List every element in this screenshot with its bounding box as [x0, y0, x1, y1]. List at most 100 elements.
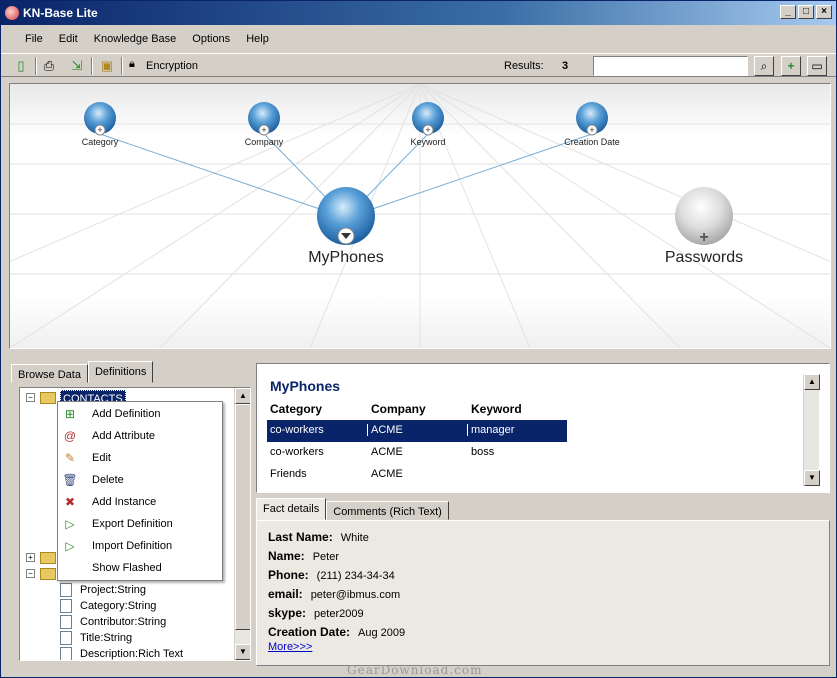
folder-icon — [40, 552, 56, 564]
new-document-icon[interactable]: ▯ — [11, 56, 31, 76]
watermark: GearDownload.com — [347, 663, 483, 677]
close-button[interactable]: × — [816, 5, 832, 19]
export-icon[interactable]: ⇲ — [67, 56, 87, 76]
scroll-thumb[interactable] — [235, 404, 250, 630]
string-field-icon — [60, 615, 72, 629]
add-attribute-icon: @ — [63, 429, 77, 443]
attribute-node-category[interactable]: + — [84, 102, 116, 136]
menu-item-import-definition[interactable]: ▷ Import Definition — [58, 535, 222, 557]
menu-file[interactable]: File — [17, 29, 51, 51]
search-button[interactable]: ⌕ — [754, 56, 774, 76]
menu-bar: File Edit Knowledge Base Options Help — [1, 29, 836, 51]
tab-fact-details[interactable]: Fact details — [256, 498, 327, 520]
column-header-keyword[interactable]: Keyword — [471, 402, 522, 416]
string-field-icon — [60, 631, 72, 645]
graph-canvas: + + + + + — [10, 84, 830, 348]
menu-item-add-attribute[interactable]: @ Add Attribute — [58, 425, 222, 447]
results-label: Results: — [504, 60, 544, 72]
string-field-icon — [60, 599, 72, 613]
encryption-button[interactable]: Encryption — [146, 60, 198, 72]
kb-node-myphones[interactable] — [317, 187, 375, 245]
column-header-company[interactable]: Company — [371, 402, 426, 416]
attribute-node-company[interactable]: + — [248, 102, 280, 136]
fact-name: Name: Peter — [268, 549, 339, 563]
add-instance-icon: ✖ — [64, 495, 76, 509]
svg-text:+: + — [261, 125, 266, 135]
fact-creation-date: Creation Date: Aug 2009 — [268, 625, 406, 639]
attribute-label-category: Category — [81, 137, 119, 147]
menu-help[interactable]: Help — [238, 29, 277, 51]
kb-node-passwords[interactable]: + — [675, 187, 733, 246]
comment-icon[interactable]: ▭ — [807, 56, 827, 76]
menu-item-export-definition[interactable]: ▷ Export Definition — [58, 513, 222, 535]
knowledge-graph: + + + + + Category Company Keyword Creat… — [9, 83, 831, 349]
tree-scrollbar[interactable]: ▲ ▼ — [234, 388, 250, 660]
pencil-icon: ✎ — [64, 451, 76, 465]
menu-item-edit[interactable]: ✎ Edit — [58, 447, 222, 469]
richtext-field-icon — [60, 647, 72, 660]
fact-details: Last Name: White Name: Peter Phone: (211) 2… — [256, 520, 830, 666]
context-menu: ⊞ Add Definition @ Add Attribute ✎ Edit … — [57, 401, 223, 581]
add-definition-icon: ⊞ — [64, 407, 76, 421]
tab-comments[interactable]: Comments (Rich Text) — [326, 501, 449, 520]
tab-definitions[interactable]: Definitions — [87, 361, 154, 383]
attribute-label-keyword: Keyword — [410, 137, 446, 147]
trash-icon: 🗑︎ — [62, 473, 78, 487]
menu-knowledge-base[interactable]: Knowledge Base — [86, 29, 185, 51]
fact-last-name: Last Name: White — [268, 530, 369, 544]
fact-skype: skype: peter2009 — [268, 606, 364, 620]
results-scrollbar[interactable]: ▲ ▼ — [803, 374, 820, 486]
column-header-category[interactable]: Category — [270, 402, 322, 416]
menu-item-add-definition[interactable]: ⊞ Add Definition — [58, 403, 222, 425]
expand-icon[interactable]: + — [26, 553, 35, 562]
table-row[interactable]: co-workers ACME manager — [267, 420, 567, 442]
scroll-down-arrow-icon[interactable]: ▼ — [804, 470, 820, 486]
folder-icon — [40, 568, 56, 580]
collapse-icon[interactable]: − — [26, 393, 35, 402]
kb-label-passwords[interactable]: Passwords — [665, 249, 743, 267]
menu-item-show-flashed[interactable]: Show Flashed — [58, 557, 222, 579]
database-icon[interactable]: ▣ — [97, 56, 117, 76]
table-row[interactable]: co-workers ACME boss — [267, 442, 567, 464]
results-title: MyPhones — [270, 378, 341, 394]
lock-icon[interactable]: 🔒︎ — [129, 58, 135, 71]
table-row[interactable]: Friends ACME — [267, 464, 567, 486]
maximize-button[interactable]: □ — [798, 5, 814, 19]
svg-text:+: + — [425, 125, 430, 135]
scroll-up-arrow-icon[interactable]: ▲ — [804, 374, 820, 390]
results-pane: MyPhones Category Company Keyword co-wor… — [256, 363, 830, 493]
menu-options[interactable]: Options — [184, 29, 238, 51]
results-count: 3 — [562, 60, 569, 72]
attribute-label-creation-date: Creation Date — [564, 137, 620, 147]
svg-text:+: + — [97, 125, 102, 135]
more-link[interactable]: More>>> — [268, 641, 312, 653]
scroll-up-arrow-icon[interactable]: ▲ — [235, 388, 250, 404]
svg-text:+: + — [589, 125, 594, 135]
tab-browse-data[interactable]: Browse Data — [11, 364, 88, 383]
string-field-icon — [60, 583, 72, 597]
add-icon[interactable]: + — [781, 56, 801, 76]
window-title: KN-Base Lite — [23, 6, 98, 20]
title-bar: KN-Base Lite _ □ × — [1, 1, 836, 25]
app-logo-icon — [5, 6, 19, 20]
folder-icon — [40, 392, 56, 404]
fact-details-pane: Fact details Comments (Rich Text) Last N… — [256, 498, 830, 668]
svg-text:+: + — [699, 229, 708, 246]
fact-email: email: peter@ibmus.com — [268, 587, 401, 601]
app-window: KN-Base Lite _ □ × File Edit Knowledge B… — [0, 0, 837, 678]
fact-phone: Phone: (211) 234-34-34 — [268, 568, 395, 582]
import-icon: ▷ — [65, 539, 75, 553]
attribute-node-creation-date[interactable]: + — [576, 102, 608, 136]
scroll-down-arrow-icon[interactable]: ▼ — [235, 644, 250, 660]
attribute-label-company: Company — [244, 137, 284, 147]
menu-edit[interactable]: Edit — [51, 29, 86, 51]
export-icon: ▷ — [65, 517, 75, 531]
collapse-icon[interactable]: − — [26, 569, 35, 578]
menu-item-add-instance[interactable]: ✖ Add Instance — [58, 491, 222, 513]
search-input[interactable] — [593, 56, 748, 76]
print-icon[interactable]: ⎙ — [39, 56, 59, 76]
minimize-button[interactable]: _ — [780, 5, 796, 19]
toolbar: ▯ ⎙ ⇲ ▣ 🔒︎ Encryption Results: 3 ⌕ + ▭ — [1, 53, 836, 77]
menu-item-delete[interactable]: 🗑︎ Delete — [58, 469, 222, 491]
kb-label-myphones[interactable]: MyPhones — [308, 249, 384, 267]
